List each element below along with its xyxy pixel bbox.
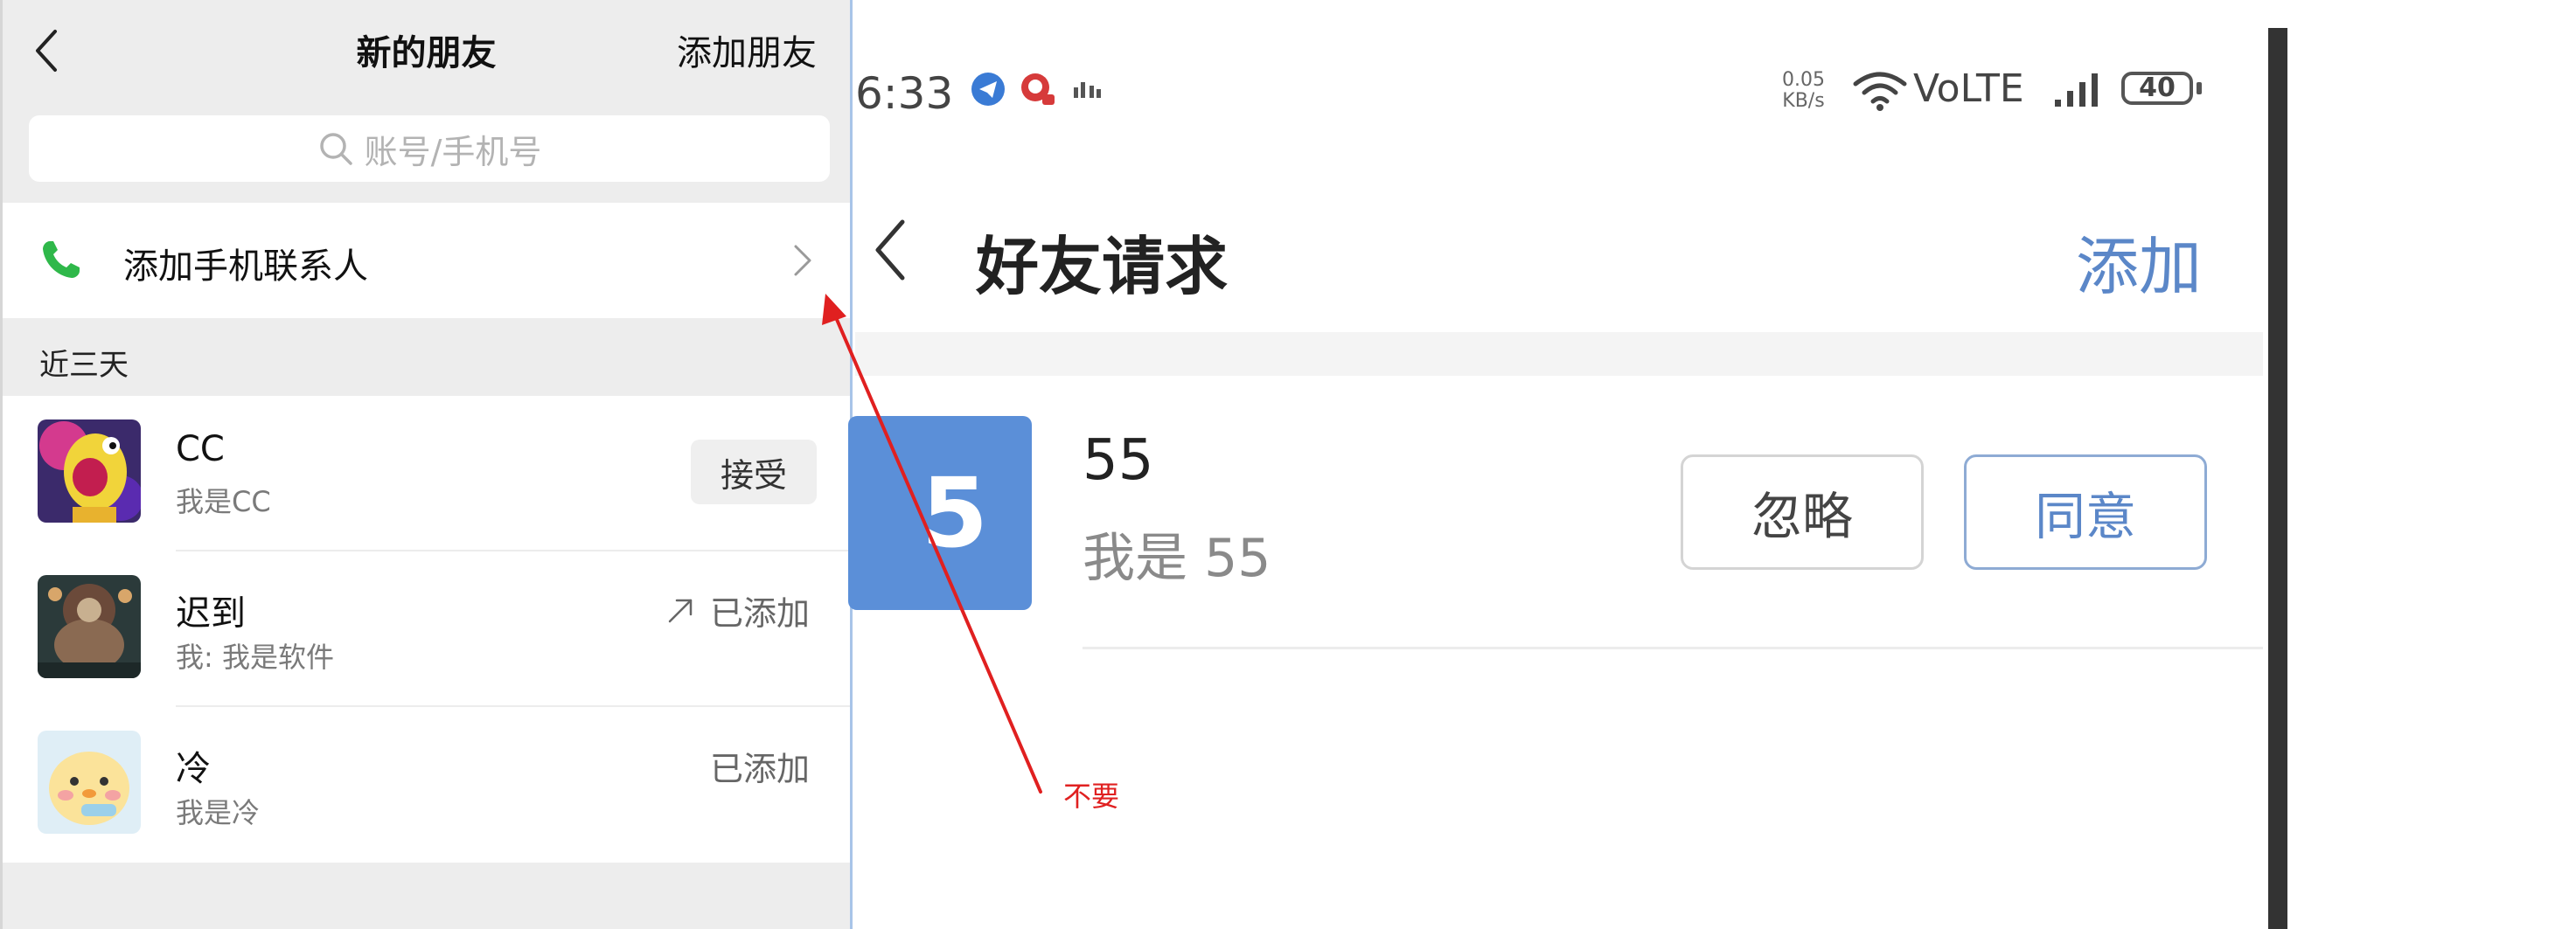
avatar (38, 575, 141, 678)
ignore-button[interactable]: 忽略 (1681, 454, 1924, 570)
nav-bar: 新的朋友 添加朋友 (3, 0, 850, 103)
friend-message: 我是冷 (176, 796, 261, 829)
battery-tip (2197, 82, 2202, 94)
chat-app-icon (1021, 73, 1055, 105)
avatar (38, 731, 141, 834)
status-time: 6:33 (855, 68, 954, 119)
add-friend-button[interactable]: 添加朋友 (677, 24, 817, 75)
search-input[interactable]: 账号/手机号 (29, 115, 830, 182)
divider (1083, 647, 2263, 649)
agree-button[interactable]: 同意 (1964, 454, 2207, 570)
section-gap (855, 332, 2263, 376)
status-bar: 6:33 0.05 KB/s VoLTE 40 (855, 52, 2219, 140)
signal-app-icon (1074, 82, 1101, 98)
telegram-icon (971, 73, 1005, 106)
friend-name: 迟到 (176, 593, 246, 634)
scrollbar-edge (2268, 28, 2287, 929)
volte-indicator: VoLTE (1913, 66, 2024, 111)
friend-message: 我: 我是软件 (176, 641, 334, 674)
chevron-right-icon (794, 245, 811, 276)
wifi-icon (1853, 72, 1907, 111)
friend-message: 我是CC (176, 485, 271, 518)
page-title: 好友请求 (976, 230, 1229, 303)
added-label: 已添加 (709, 750, 810, 788)
list-item[interactable]: 冷 我是冷 已添加 (3, 707, 850, 863)
request-message: 我是 55 (1083, 528, 1271, 589)
new-friends-panel: 新的朋友 添加朋友 账号/手机号 添加手机联系人 近三天 CC 我是CC 接受 … (0, 0, 853, 929)
list-item[interactable]: 迟到 我: 我是软件 已添加 (3, 551, 850, 707)
back-button[interactable] (873, 217, 908, 283)
cell-signal-icon (2055, 73, 2098, 107)
avatar (38, 419, 141, 523)
friend-request-card: 5 55 我是 55 忽略 同意 (848, 376, 2263, 655)
annotation-text: 不要 (1063, 780, 1120, 813)
add-phone-contacts-row[interactable]: 添加手机联系人 (3, 203, 850, 318)
search-placeholder: 账号/手机号 (364, 132, 542, 171)
arrow-up-right-icon (668, 599, 693, 622)
friend-request-list: CC 我是CC 接受 迟到 我: 我是软件 已添加 冷 我是冷 已添加 (3, 396, 850, 863)
battery-indicator: 40 (2121, 72, 2193, 105)
friend-name: CC (176, 429, 225, 469)
avatar: 5 (848, 416, 1032, 610)
network-speed-unit: KB/s (1782, 90, 1825, 112)
phone-icon (43, 241, 80, 278)
section-header-recent: 近三天 (39, 348, 129, 383)
nav-bar: 好友请求 添加 (855, 175, 2263, 323)
list-item[interactable]: CC 我是CC 接受 (3, 396, 850, 551)
requester-name: 55 (1083, 428, 1154, 493)
network-speed: 0.05 KB/s (1782, 70, 1825, 112)
search-icon (319, 133, 352, 165)
add-phone-contacts-label: 添加手机联系人 (123, 246, 368, 287)
added-status: 已添加 (710, 742, 810, 790)
added-status: 已添加 (665, 586, 810, 634)
add-button[interactable]: 添加 (2076, 215, 2202, 307)
network-speed-value: 0.05 (1782, 69, 1825, 91)
chevron-left-icon (875, 219, 905, 281)
accept-button[interactable]: 接受 (691, 440, 817, 504)
added-label: 已添加 (709, 594, 810, 633)
friend-name: 冷 (176, 749, 211, 789)
